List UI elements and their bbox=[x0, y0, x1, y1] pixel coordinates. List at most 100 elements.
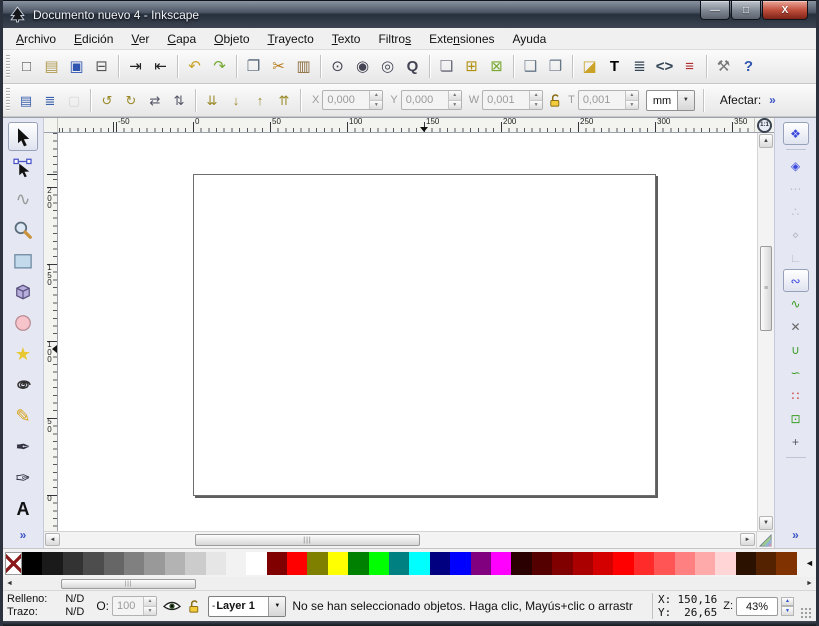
raise-to-top-button[interactable]: ⇈ bbox=[272, 88, 296, 112]
spin-down-icon[interactable]: ▼ bbox=[781, 606, 794, 616]
width-spinner[interactable]: ▲▼ bbox=[529, 91, 542, 109]
vertical-ruler[interactable]: 2 0 01 5 01 0 05 00 bbox=[44, 133, 58, 531]
align-dialog-button[interactable]: ≡ bbox=[677, 54, 702, 79]
height-input[interactable]: 0,001 bbox=[579, 91, 625, 109]
menu-filtros[interactable]: Filtros bbox=[369, 29, 420, 49]
menu-trayecto[interactable]: Trayecto bbox=[259, 29, 323, 49]
palette-swatch[interactable] bbox=[552, 552, 572, 575]
palette-scrollbar-left-button[interactable]: ◄ bbox=[3, 580, 16, 587]
snap-path-intersections-button[interactable]: ✕ bbox=[783, 315, 809, 338]
palette-swatch[interactable] bbox=[22, 552, 42, 575]
spin-down-icon[interactable]: ▼ bbox=[449, 101, 461, 110]
palette-swatch[interactable] bbox=[756, 552, 776, 575]
tweak-tool[interactable]: ∿ bbox=[8, 184, 38, 213]
box3d-tool[interactable] bbox=[8, 277, 38, 306]
palette-swatch[interactable] bbox=[430, 552, 450, 575]
menu-ayuda[interactable]: Ayuda bbox=[504, 29, 556, 49]
palette-swatch[interactable] bbox=[471, 552, 491, 575]
star-tool[interactable]: ★ bbox=[8, 339, 38, 368]
palette-scrollbar-thumb[interactable]: ||| bbox=[61, 579, 196, 589]
node-tool[interactable] bbox=[8, 153, 38, 182]
zoom-1-1-button[interactable]: Q bbox=[400, 54, 425, 79]
palette-swatch[interactable] bbox=[675, 552, 695, 575]
select-all-button[interactable]: ▤ bbox=[14, 88, 38, 112]
save-document-button[interactable]: ▣ bbox=[64, 54, 89, 79]
zoom-tool[interactable] bbox=[8, 215, 38, 244]
maximize-button[interactable]: □ bbox=[731, 1, 761, 20]
layer-visibility-icon[interactable] bbox=[163, 600, 181, 613]
palette-swatch[interactable] bbox=[63, 552, 83, 575]
palette-swatch[interactable] bbox=[83, 552, 103, 575]
spin-up-icon[interactable]: ▲ bbox=[530, 91, 542, 101]
snap-object-centers-button[interactable]: ⊡ bbox=[783, 407, 809, 430]
palette-swatch[interactable] bbox=[491, 552, 511, 575]
tool-controls-overflow[interactable]: » bbox=[769, 93, 776, 107]
title-bar[interactable]: Documento nuevo 4 - Inkscape — □ X bbox=[3, 0, 816, 28]
menu-ver[interactable]: Ver bbox=[122, 29, 158, 49]
unlink-clone-button[interactable]: ⊠ bbox=[484, 54, 509, 79]
group-button[interactable]: ❑ bbox=[518, 54, 543, 79]
spin-down-icon[interactable]: ▼ bbox=[370, 101, 382, 110]
palette-swatch[interactable] bbox=[776, 552, 796, 575]
palette-swatch[interactable] bbox=[532, 552, 552, 575]
zoom-selection-button[interactable]: ⊙ bbox=[325, 54, 350, 79]
palette-swatch[interactable] bbox=[634, 552, 654, 575]
palette-swatch[interactable] bbox=[511, 552, 531, 575]
vertical-scroll-thumb[interactable]: ≡ bbox=[760, 246, 772, 331]
palette-scroll-left-icon[interactable]: ◄ bbox=[803, 558, 816, 568]
palette-scrollbar-trough[interactable]: ||| bbox=[16, 578, 803, 590]
selector-tool[interactable] bbox=[8, 122, 38, 151]
menu-capa[interactable]: Capa bbox=[158, 29, 205, 49]
rotate-cw-button[interactable]: ↻ bbox=[119, 88, 143, 112]
horizontal-ruler[interactable]: -50050100150200250300350 bbox=[58, 118, 754, 132]
lock-ratio-icon[interactable] bbox=[548, 93, 563, 108]
select-all-layers-button[interactable]: ≣ bbox=[38, 88, 62, 112]
duplicate-button[interactable]: ❏ bbox=[434, 54, 459, 79]
toolbox-overflow[interactable]: » bbox=[20, 528, 27, 542]
scroll-left-button[interactable]: ◄ bbox=[45, 533, 60, 546]
zoom-page-button[interactable]: ◎ bbox=[375, 54, 400, 79]
copy-button[interactable]: ❐ bbox=[241, 54, 266, 79]
height-spinner[interactable]: ▲▼ bbox=[625, 91, 638, 109]
palette-swatch[interactable] bbox=[287, 552, 307, 575]
palette-scrollbar-right-button[interactable]: ► bbox=[803, 580, 816, 587]
palette-swatch[interactable] bbox=[613, 552, 633, 575]
palette-swatch[interactable] bbox=[267, 552, 287, 575]
palette-swatch[interactable] bbox=[42, 552, 62, 575]
snap-smooth-nodes-button[interactable]: ∽ bbox=[783, 361, 809, 384]
palette-swatch[interactable] bbox=[409, 552, 429, 575]
snap-page-border-button[interactable]: + bbox=[783, 430, 809, 453]
flip-horizontal-button[interactable]: ⇄ bbox=[143, 88, 167, 112]
zoom-1-1-corner-icon[interactable]: 1:1 bbox=[757, 118, 772, 133]
dropdown-arrow-icon[interactable]: ▼ bbox=[268, 597, 285, 616]
canvas[interactable] bbox=[58, 133, 757, 531]
inkscape-logo-icon[interactable] bbox=[9, 6, 27, 24]
palette-swatch[interactable] bbox=[348, 552, 368, 575]
minimize-button[interactable]: — bbox=[700, 1, 730, 20]
snapbar-overflow[interactable]: » bbox=[792, 528, 799, 542]
import-button[interactable]: ⇥ bbox=[123, 54, 148, 79]
spin-up-icon[interactable]: ▲ bbox=[781, 597, 794, 607]
ellipse-tool[interactable] bbox=[8, 308, 38, 337]
flip-vertical-button[interactable]: ⇅ bbox=[167, 88, 191, 112]
x-input[interactable]: 0,000 bbox=[323, 91, 369, 109]
scroll-up-button[interactable]: ▲ bbox=[759, 134, 773, 148]
palette-swatch[interactable] bbox=[124, 552, 144, 575]
horizontal-scroll-thumb[interactable]: ||| bbox=[195, 534, 420, 546]
spin-up-icon[interactable]: ▲ bbox=[449, 91, 461, 101]
palette-swatch[interactable] bbox=[715, 552, 735, 575]
palette-scrollbar[interactable]: ◄ ||| ► bbox=[3, 577, 816, 590]
cms-toggle-icon[interactable] bbox=[756, 532, 774, 548]
palette-swatch[interactable] bbox=[695, 552, 715, 575]
layer-dropdown[interactable]: - Layer 1 ▼ bbox=[208, 596, 286, 617]
snap-cusp-nodes-button[interactable]: ∪ bbox=[783, 338, 809, 361]
y-spinner[interactable]: ▲▼ bbox=[448, 91, 461, 109]
snap-midpoints-button[interactable]: ∷ bbox=[783, 384, 809, 407]
spin-down-icon[interactable]: ▼ bbox=[530, 101, 542, 110]
palette-swatch[interactable] bbox=[736, 552, 756, 575]
palette-swatch[interactable] bbox=[165, 552, 185, 575]
menu-archivo[interactable]: Archivo bbox=[7, 29, 65, 49]
toolbar-handle[interactable] bbox=[6, 88, 10, 112]
menu-texto[interactable]: Texto bbox=[323, 29, 370, 49]
paste-button[interactable]: ▥ bbox=[291, 54, 316, 79]
